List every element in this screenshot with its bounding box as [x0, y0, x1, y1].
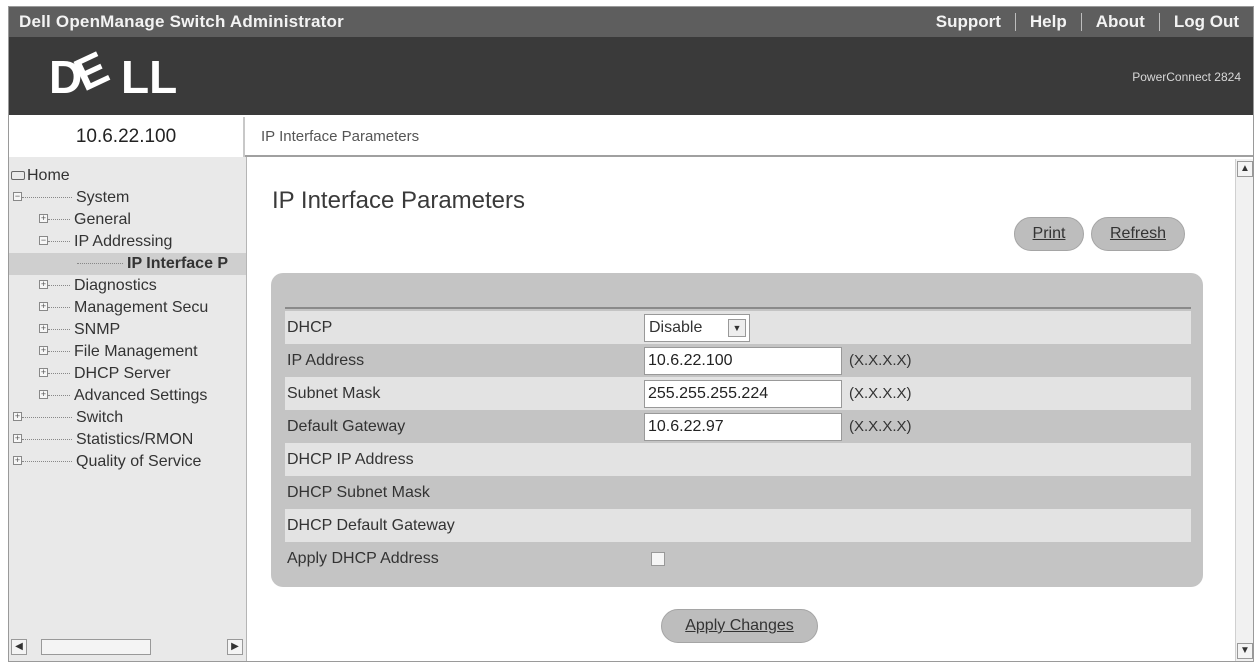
dhcp-select[interactable]: Disable ▼	[644, 313, 750, 342]
tree-item-statistics[interactable]: + Statistics/RMON	[9, 429, 246, 451]
expand-icon[interactable]: +	[39, 324, 48, 334]
svg-text:LL: LL	[121, 51, 177, 101]
tree-item-file-management[interactable]: + File Management	[9, 341, 246, 363]
sidebar: Home − System + General − IP Addressing IP …	[9, 157, 247, 661]
ip-address-hint: (X.X.X.X)	[849, 352, 912, 369]
expand-icon[interactable]: +	[39, 368, 48, 378]
folder-icon	[11, 171, 25, 181]
tree-item-general[interactable]: + General	[9, 209, 246, 231]
subnet-mask-hint: (X.X.X.X)	[849, 385, 912, 402]
scroll-track[interactable]	[27, 639, 227, 655]
row-default-gateway: Default Gateway 10.6.22.97 (X.X.X.X)	[285, 410, 1191, 443]
default-gateway-input[interactable]: 10.6.22.97	[644, 412, 842, 441]
tree-item-qos[interactable]: + Quality of Service	[9, 451, 246, 473]
help-link[interactable]: Help	[1014, 13, 1081, 31]
expand-icon[interactable]: +	[39, 390, 48, 400]
tree-item-ip-addressing[interactable]: − IP Addressing	[9, 231, 246, 253]
collapse-icon[interactable]: −	[39, 236, 48, 246]
tree-item-dhcp-server[interactable]: + DHCP Server	[9, 363, 246, 385]
row-ip-address: IP Address 10.6.22.100 (X.X.X.X)	[285, 344, 1191, 377]
expand-icon[interactable]: +	[13, 456, 22, 466]
expand-icon[interactable]: +	[13, 434, 22, 444]
dhcp-ip-address-label: DHCP IP Address	[287, 450, 414, 468]
expand-icon[interactable]: +	[13, 412, 22, 422]
row-dhcp-subnet-mask: DHCP Subnet Mask	[285, 476, 1191, 509]
tree-item-advanced-settings[interactable]: + Advanced Settings	[9, 385, 246, 407]
support-link[interactable]: Support	[922, 13, 1015, 31]
chevron-down-icon[interactable]: ▼	[728, 318, 746, 337]
dell-logo: D E LL	[49, 51, 177, 101]
expand-icon[interactable]: +	[39, 302, 48, 312]
row-apply-dhcp-address: Apply DHCP Address	[285, 542, 1191, 575]
nav-tree: Home − System + General − IP Addressing IP …	[9, 165, 246, 473]
dhcp-select-value: Disable	[649, 318, 703, 336]
device-address: 10.6.22.100	[9, 117, 245, 157]
expand-icon[interactable]: +	[39, 214, 48, 224]
main-content: IP Interface Parameters Print Refresh DH…	[247, 159, 1253, 661]
about-link[interactable]: About	[1080, 13, 1159, 31]
banner: D E LL PowerConnect 2824	[9, 37, 1253, 115]
row-dhcp-ip-address: DHCP IP Address	[285, 443, 1191, 476]
top-links: Support Help About Log Out	[922, 7, 1253, 37]
scroll-up-icon[interactable]: ▲	[1237, 161, 1253, 177]
page-title: IP Interface Parameters	[272, 187, 526, 214]
tree-item-system[interactable]: − System	[9, 187, 246, 209]
collapse-icon[interactable]: −	[13, 192, 22, 202]
tree-item-diagnostics[interactable]: + Diagnostics	[9, 275, 246, 297]
parameters-panel: DHCP Disable ▼ IP Address 10.6.22.100 (X…	[271, 273, 1203, 587]
subnet-mask-label: Subnet Mask	[287, 384, 381, 402]
app-title: Dell OpenManage Switch Administrator	[19, 12, 344, 31]
main-vertical-scrollbar[interactable]: ▲ ▼	[1235, 159, 1253, 661]
model-name: PowerConnect 2824	[1132, 70, 1241, 84]
scroll-down-icon[interactable]: ▼	[1237, 643, 1253, 659]
dhcp-default-gateway-label: DHCP Default Gateway	[287, 516, 455, 534]
dhcp-subnet-mask-label: DHCP Subnet Mask	[287, 483, 430, 501]
app-window: Dell OpenManage Switch Administrator Sup…	[8, 6, 1254, 662]
breadcrumb-text: IP Interface Parameters	[261, 127, 420, 145]
tree-item-ip-interface[interactable]: IP Interface P	[9, 253, 246, 275]
row-dhcp-default-gateway: DHCP Default Gateway	[285, 509, 1191, 542]
tree-item-home[interactable]: Home	[9, 165, 246, 187]
default-gateway-label: Default Gateway	[287, 417, 406, 435]
apply-dhcp-address-label: Apply DHCP Address	[287, 549, 439, 567]
panel-divider	[285, 307, 1191, 309]
dhcp-label: DHCP	[287, 318, 333, 336]
apply-changes-button[interactable]: Apply Changes	[661, 609, 818, 643]
tree-item-management-security[interactable]: + Management Secu	[9, 297, 246, 319]
tree-item-switch[interactable]: + Switch	[9, 407, 246, 429]
expand-icon[interactable]: +	[39, 280, 48, 290]
sidebar-horizontal-scrollbar[interactable]: ◀ ▶	[11, 637, 243, 657]
print-button[interactable]: Print	[1014, 217, 1084, 251]
refresh-button[interactable]: Refresh	[1091, 217, 1185, 251]
apply-dhcp-checkbox[interactable]	[651, 551, 665, 566]
scroll-right-icon[interactable]: ▶	[227, 639, 243, 655]
ip-address-input[interactable]: 10.6.22.100	[644, 346, 842, 375]
scroll-left-icon[interactable]: ◀	[11, 639, 27, 655]
scroll-thumb[interactable]	[41, 639, 151, 655]
expand-icon[interactable]: +	[39, 346, 48, 356]
breadcrumb: IP Interface Parameters	[245, 117, 1253, 157]
top-bar: Dell OpenManage Switch Administrator Sup…	[9, 7, 1253, 37]
default-gateway-hint: (X.X.X.X)	[849, 418, 912, 435]
tree-item-snmp[interactable]: + SNMP	[9, 319, 246, 341]
row-dhcp: DHCP Disable ▼	[285, 311, 1191, 344]
ip-address-label: IP Address	[287, 351, 365, 369]
logout-link[interactable]: Log Out	[1158, 13, 1253, 31]
subnet-mask-input[interactable]: 255.255.255.224	[644, 379, 842, 408]
row-subnet-mask: Subnet Mask 255.255.255.224 (X.X.X.X)	[285, 377, 1191, 410]
